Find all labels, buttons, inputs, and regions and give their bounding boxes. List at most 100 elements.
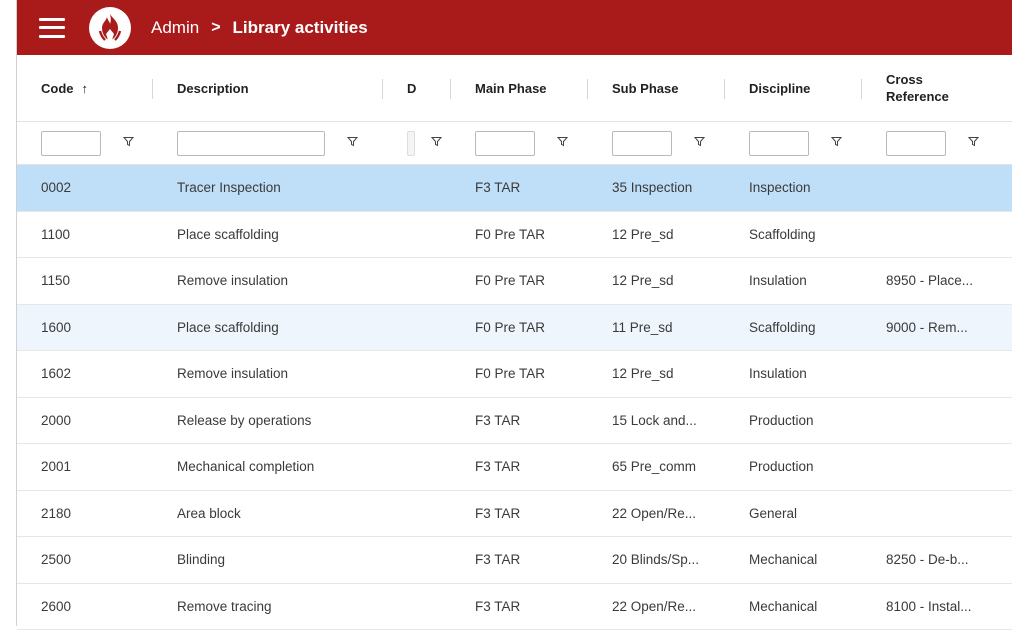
cell-description: Place scaffolding xyxy=(153,320,383,335)
cell-code: 2001 xyxy=(17,459,153,474)
cell-discipline: Mechanical xyxy=(725,552,862,567)
page-title: Library activities xyxy=(233,18,368,38)
cell-cross-reference: 8250 - De-b... xyxy=(862,552,1012,567)
cell-main-phase: F0 Pre TAR xyxy=(451,227,588,242)
cell-code: 1600 xyxy=(17,320,153,335)
table-row[interactable]: 1100 Place scaffolding F0 Pre TAR 12 Pre… xyxy=(17,212,1012,259)
cell-sub-phase: 11 Pre_sd xyxy=(588,320,725,335)
cell-description: Remove insulation xyxy=(153,273,383,288)
cell-discipline: Mechanical xyxy=(725,599,862,614)
cell-code: 1150 xyxy=(17,273,153,288)
column-header-code[interactable]: Code ↑ xyxy=(17,55,153,121)
filter-row xyxy=(17,122,1012,165)
cell-code: 0002 xyxy=(17,180,153,195)
filter-icon[interactable] xyxy=(831,136,842,147)
filter-input-code[interactable] xyxy=(41,131,101,156)
filter-icon[interactable] xyxy=(347,136,358,147)
cell-description: Place scaffolding xyxy=(153,227,383,242)
cell-description: Area block xyxy=(153,506,383,521)
cell-discipline: Scaffolding xyxy=(725,320,862,335)
cell-description: Remove insulation xyxy=(153,366,383,381)
cell-discipline: Insulation xyxy=(725,366,862,381)
column-header-main-phase[interactable]: Main Phase xyxy=(451,55,588,121)
column-header-cross-reference[interactable]: Cross Reference xyxy=(862,55,1012,121)
cell-description: Release by operations xyxy=(153,413,383,428)
cell-code: 2000 xyxy=(17,413,153,428)
cell-main-phase: F3 TAR xyxy=(451,413,588,428)
cell-sub-phase: 65 Pre_comm xyxy=(588,459,725,474)
cell-discipline: Production xyxy=(725,413,862,428)
cell-sub-phase: 15 Lock and... xyxy=(588,413,725,428)
cell-discipline: Inspection xyxy=(725,180,862,195)
table-row[interactable]: 2600 Remove tracing F3 TAR 22 Open/Re...… xyxy=(17,584,1012,630)
top-bar: Admin > Library activities xyxy=(17,0,1012,55)
cell-sub-phase: 20 Blinds/Sp... xyxy=(588,552,725,567)
cell-main-phase: F3 TAR xyxy=(451,180,588,195)
cell-code: 2180 xyxy=(17,506,153,521)
cell-description: Blinding xyxy=(153,552,383,567)
cell-discipline: Insulation xyxy=(725,273,862,288)
filter-input-d[interactable] xyxy=(407,131,415,156)
cell-sub-phase: 35 Inspection xyxy=(588,180,725,195)
app-window: Admin > Library activities Code ↑ Descri… xyxy=(16,0,1012,626)
table-row[interactable]: 2180 Area block F3 TAR 22 Open/Re... Gen… xyxy=(17,491,1012,538)
cell-code: 2500 xyxy=(17,552,153,567)
filter-cell-discipline xyxy=(725,122,862,164)
filter-icon[interactable] xyxy=(968,136,979,147)
breadcrumb: Admin > Library activities xyxy=(151,18,368,38)
filter-icon[interactable] xyxy=(431,136,442,147)
filter-icon[interactable] xyxy=(557,136,568,147)
cell-description: Mechanical completion xyxy=(153,459,383,474)
cell-cross-reference: 9000 - Rem... xyxy=(862,320,1012,335)
grid-body: 0002 Tracer Inspection F3 TAR 35 Inspect… xyxy=(17,165,1012,630)
filter-icon[interactable] xyxy=(694,136,705,147)
filter-cell-d xyxy=(383,122,451,164)
cell-cross-reference: 8950 - Place... xyxy=(862,273,1012,288)
cell-discipline: General xyxy=(725,506,862,521)
cell-sub-phase: 12 Pre_sd xyxy=(588,273,725,288)
filter-input-discipline[interactable] xyxy=(749,131,809,156)
filter-input-cross-reference[interactable] xyxy=(886,131,946,156)
cell-code: 2600 xyxy=(17,599,153,614)
cell-code: 1602 xyxy=(17,366,153,381)
column-header-description[interactable]: Description xyxy=(153,55,383,121)
table-row[interactable]: 2500 Blinding F3 TAR 20 Blinds/Sp... Mec… xyxy=(17,537,1012,584)
table-row[interactable]: 1602 Remove insulation F0 Pre TAR 12 Pre… xyxy=(17,351,1012,398)
cell-sub-phase: 12 Pre_sd xyxy=(588,227,725,242)
cell-description: Remove tracing xyxy=(153,599,383,614)
filter-input-sub-phase[interactable] xyxy=(612,131,672,156)
menu-icon[interactable] xyxy=(39,18,65,38)
table-row[interactable]: 1150 Remove insulation F0 Pre TAR 12 Pre… xyxy=(17,258,1012,305)
cell-discipline: Production xyxy=(725,459,862,474)
filter-input-main-phase[interactable] xyxy=(475,131,535,156)
cell-cross-reference: 8100 - Instal... xyxy=(862,599,1012,614)
cell-main-phase: F0 Pre TAR xyxy=(451,320,588,335)
filter-icon[interactable] xyxy=(123,136,134,147)
cell-discipline: Scaffolding xyxy=(725,227,862,242)
table-row[interactable]: 2001 Mechanical completion F3 TAR 65 Pre… xyxy=(17,444,1012,491)
grid-header: Code ↑ Description D Main Phase Sub Phas… xyxy=(17,55,1012,122)
cell-main-phase: F0 Pre TAR xyxy=(451,366,588,381)
logo-icon xyxy=(89,7,131,49)
table-row[interactable]: 2000 Release by operations F3 TAR 15 Loc… xyxy=(17,398,1012,445)
cell-main-phase: F0 Pre TAR xyxy=(451,273,588,288)
table-row[interactable]: 0002 Tracer Inspection F3 TAR 35 Inspect… xyxy=(17,165,1012,212)
column-header-discipline[interactable]: Discipline xyxy=(725,55,862,121)
filter-cell-sub-phase xyxy=(588,122,725,164)
column-header-d[interactable]: D xyxy=(383,55,451,121)
filter-input-description[interactable] xyxy=(177,131,325,156)
cell-main-phase: F3 TAR xyxy=(451,552,588,567)
breadcrumb-admin[interactable]: Admin xyxy=(151,18,199,38)
cell-sub-phase: 22 Open/Re... xyxy=(588,599,725,614)
filter-cell-main-phase xyxy=(451,122,588,164)
breadcrumb-separator: > xyxy=(211,19,220,37)
filter-cell-code xyxy=(17,122,153,164)
column-header-sub-phase[interactable]: Sub Phase xyxy=(588,55,725,121)
cell-main-phase: F3 TAR xyxy=(451,459,588,474)
filter-cell-description xyxy=(153,122,383,164)
activities-grid: Code ↑ Description D Main Phase Sub Phas… xyxy=(17,55,1012,630)
filter-cell-cross-reference xyxy=(862,122,1012,164)
cell-sub-phase: 22 Open/Re... xyxy=(588,506,725,521)
table-row[interactable]: 1600 Place scaffolding F0 Pre TAR 11 Pre… xyxy=(17,305,1012,352)
cell-main-phase: F3 TAR xyxy=(451,506,588,521)
